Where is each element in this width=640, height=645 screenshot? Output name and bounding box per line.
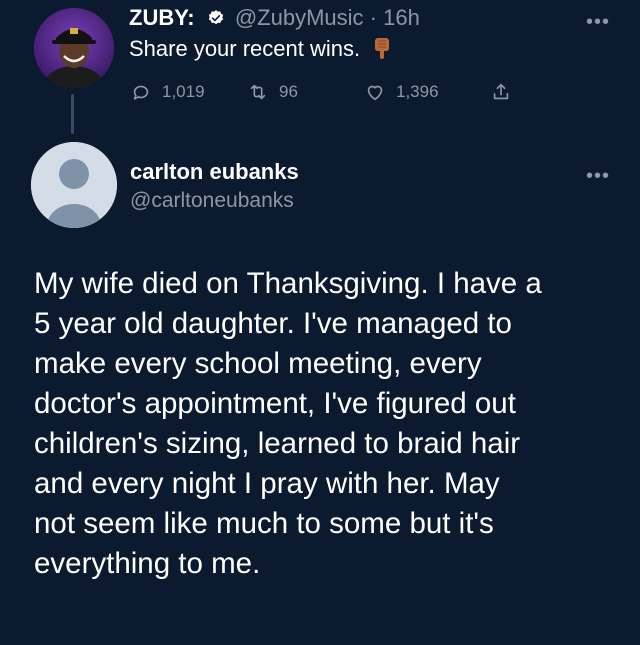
parent-tweet-text-content: Share your recent wins. <box>129 36 361 61</box>
retweet-count: 96 <box>279 82 298 101</box>
tweet-text-line: My wife died on Thanksgiving. I have a <box>34 267 542 300</box>
author-avatar[interactable] <box>34 8 114 88</box>
tweet-text-line: make every school meeting, every <box>34 347 482 380</box>
reply-button[interactable]: 1,019 <box>130 81 247 103</box>
author-handle[interactable]: @carltoneubanks <box>130 187 294 215</box>
reply-icon <box>133 85 149 100</box>
parent-tweet-text: Share your recent wins. <box>129 34 392 64</box>
more-icon[interactable]: ••• <box>586 166 610 186</box>
like-button[interactable]: 1,396 <box>364 81 490 103</box>
separator-dot: · <box>369 5 377 30</box>
tweet-text-line: everything to me. <box>34 547 261 580</box>
tweet-body: My wife died on Thanksgiving. I have a 5… <box>34 264 630 584</box>
tweet-text-line: not seem like much to some but it's <box>34 507 494 540</box>
tweet-text-line: 5 year old daughter. I've managed to <box>34 307 512 340</box>
tweet-timestamp[interactable]: 16h <box>383 5 420 30</box>
verified-badge-icon <box>207 6 225 25</box>
reply-count: 1,019 <box>162 82 205 101</box>
backhand-index-pointing-down-icon <box>372 36 392 60</box>
author-display-name[interactable]: carlton eubanks <box>130 158 299 186</box>
author-avatar[interactable] <box>31 142 117 228</box>
share-button[interactable] <box>490 81 522 103</box>
author-handle[interactable]: @ZubyMusic <box>235 5 364 30</box>
tweet-actions-bar: 1,019 96 1,396 <box>130 78 522 106</box>
thread-connector-line <box>71 94 74 134</box>
avatar-image <box>34 8 114 88</box>
default-profile-icon <box>31 142 117 228</box>
more-icon[interactable]: ••• <box>586 12 610 32</box>
heart-icon <box>367 85 383 101</box>
tweet-text-line: and every night I pray with her. May <box>34 467 500 500</box>
tweet-text-line: children's sizing, learned to braid hair <box>34 427 521 460</box>
share-icon <box>493 83 509 100</box>
parent-tweet-header: ZUBY: @ZubyMusic · 16h <box>129 4 420 32</box>
retweet-icon <box>250 84 266 100</box>
author-name[interactable]: ZUBY: <box>129 5 195 30</box>
like-count: 1,396 <box>396 82 439 101</box>
retweet-button[interactable]: 96 <box>247 81 364 103</box>
tweet-text-line: doctor's appointment, I've figured out <box>34 387 516 420</box>
